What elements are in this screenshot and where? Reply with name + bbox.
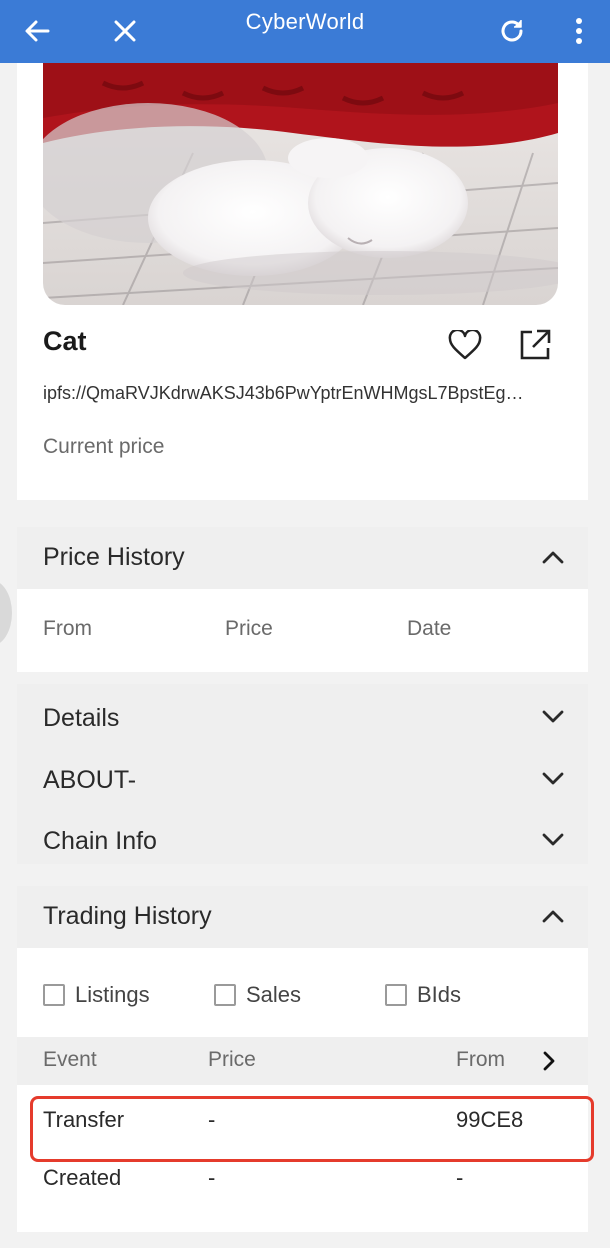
details-header[interactable]: Details [17, 692, 588, 752]
trading-history-title: Trading History [43, 902, 212, 930]
trading-history-header[interactable]: Trading History [17, 886, 588, 948]
close-icon [114, 20, 136, 42]
column-header-date: Date [407, 617, 452, 640]
chain-info-header[interactable]: Chain Info [17, 815, 588, 875]
close-button[interactable] [100, 6, 150, 56]
scroll-right-button[interactable] [536, 1047, 562, 1075]
price-history-title: Price History [43, 543, 185, 571]
column-header-from: From [456, 1048, 505, 1071]
filter-listings[interactable]: Listings [43, 982, 150, 1008]
filter-label: BIds [417, 982, 462, 1007]
scroll-handle[interactable] [0, 580, 12, 646]
collapse-toggle[interactable] [536, 899, 570, 933]
about-header[interactable]: ABOUT- [17, 754, 588, 814]
ipfs-link[interactable]: ipfs://QmaRVJKdrwAKSJ43b6PwYptrEnWHMgsL7… [43, 383, 558, 404]
column-header-from: From [43, 617, 92, 640]
table-row[interactable]: Created - - [17, 1153, 588, 1209]
sales-checkbox[interactable] [214, 984, 236, 1006]
listings-checkbox[interactable] [43, 984, 65, 1006]
bids-checkbox[interactable] [385, 984, 407, 1006]
chevron-down-icon [542, 772, 564, 785]
share-button[interactable] [515, 325, 555, 365]
chevron-down-icon [542, 710, 564, 723]
heart-icon [448, 330, 482, 360]
reload-button[interactable] [487, 6, 537, 56]
about-title: ABOUT- [43, 766, 137, 794]
expand-toggle[interactable] [536, 761, 570, 795]
price-cell: - [208, 1107, 216, 1132]
favorite-button[interactable] [445, 325, 485, 365]
filter-sales[interactable]: Sales [214, 982, 301, 1008]
expand-toggle[interactable] [536, 699, 570, 733]
column-header-price: Price [225, 617, 273, 640]
expand-toggle[interactable] [536, 822, 570, 856]
from-cell[interactable]: 99CE8 [456, 1107, 523, 1133]
column-header-event: Event [43, 1048, 97, 1071]
event-cell: Created [43, 1165, 122, 1190]
filter-bids[interactable]: BIds [385, 982, 461, 1008]
refresh-icon [501, 20, 523, 42]
from-cell: - [456, 1165, 464, 1190]
trading-history-panel: Listings Sales BIds Event Price From Tra… [17, 948, 588, 1232]
top-app-bar: CyberWorld [0, 0, 610, 63]
column-header-price: Price [208, 1048, 256, 1071]
event-cell: Transfer [43, 1107, 125, 1132]
price-history-table: From Price Date [17, 589, 588, 672]
details-title: Details [43, 704, 120, 732]
chevron-down-icon [542, 833, 564, 846]
filter-label: Sales [246, 982, 302, 1007]
collapse-toggle[interactable] [536, 540, 570, 574]
chevron-up-icon [542, 551, 564, 564]
chain-info-title: Chain Info [43, 827, 157, 855]
more-vertical-icon [576, 18, 582, 44]
collapsed-sections: Details ABOUT- Chain Info [17, 684, 588, 864]
open-external-icon [520, 329, 551, 360]
table-row[interactable]: Transfer - 99CE8 [17, 1095, 588, 1151]
nft-card: Cat ipfs://QmaRVJKdrwAKSJ43b6PwYptrEnWHM… [17, 63, 588, 500]
arrow-left-icon [25, 20, 50, 42]
chevron-right-icon [543, 1051, 555, 1071]
price-cell: - [208, 1165, 216, 1190]
table-header: Event Price From [17, 1037, 588, 1085]
back-button[interactable] [12, 6, 62, 56]
filter-label: Listings [75, 982, 150, 1007]
price-history-header[interactable]: Price History [17, 527, 588, 589]
nft-title: Cat [43, 326, 87, 356]
chevron-up-icon [542, 910, 564, 923]
nft-image [43, 63, 558, 305]
more-menu-button[interactable] [554, 6, 604, 56]
current-price-label: Current price [43, 435, 165, 458]
